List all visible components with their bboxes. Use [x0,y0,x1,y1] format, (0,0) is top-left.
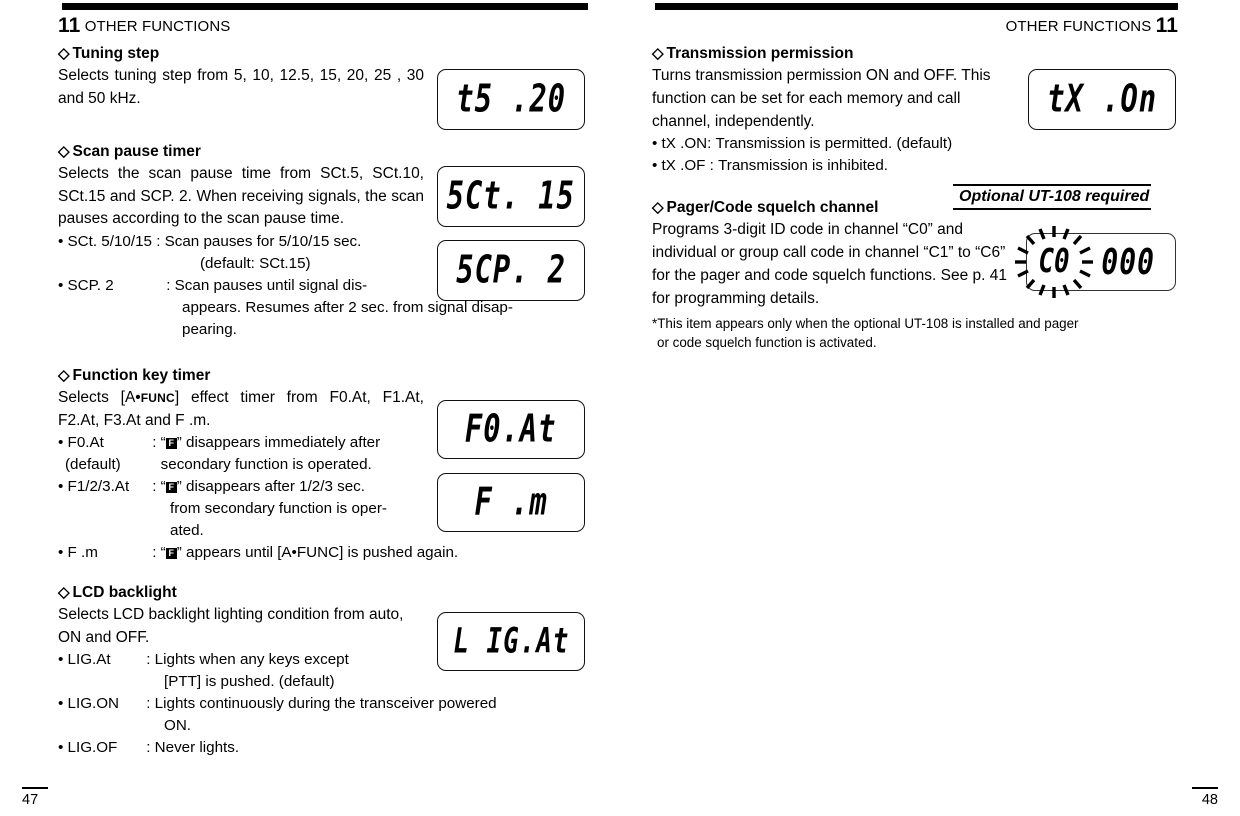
lcd-display-scan-pause-sct15: 5Ct. 15 [437,166,585,227]
diamond-icon: ◇ [652,199,664,217]
function-indicator-icon: F [165,547,177,559]
list-item: • tX .ON: Transmission is permitted. (de… [652,133,1179,155]
lcd-value: F0.At [465,407,557,452]
lcd-display-scan-pause-scp2: 5CP. 2 [437,240,585,301]
diamond-icon: ◇ [58,366,70,384]
pager-code-squelch-body: Programs 3-digit ID code in channel “C0”… [652,221,1008,307]
heading-text: Transmission permission [666,45,854,62]
diamond-icon: ◇ [58,45,70,62]
section-heading-scan-pause-timer: ◇ Scan pause timer [58,142,585,162]
page-number-left: 47 [22,787,48,808]
bullet-label: • tX .OF : [652,157,719,175]
section-heading-lcd-backlight: ◇ LCD backlight [58,583,585,603]
footnote-line-1: *This item appears only when the optiona… [652,315,1079,331]
heading-text: Scan pause timer [72,142,201,160]
chapter-number: 11 [1155,14,1178,37]
function-indicator-icon: F [165,438,177,450]
lcd-display-transmission-permission: tX .On [1028,69,1176,130]
bullet-label: • F .m [58,543,98,561]
bullet-text: Transmission is permitted. (default) [715,135,953,153]
chapter-title: OTHER FUNCTIONS [1005,18,1152,35]
bullet-continuation: pearing. [182,320,237,338]
func-key-label: FUNC [296,543,340,561]
transmission-permission-body: Turns transmission permission ON and OFF… [652,67,991,130]
bullet-label: • LIG.At [58,651,111,669]
lcd-code-value: 000 [1101,240,1155,284]
bullet-label: • LIG.OF [58,738,118,756]
bullet-separator: : [162,276,175,294]
bullet-continuation: [PTT] is pushed. (default) [164,673,335,691]
lcd-display-tuning-step: t5 .20 [437,69,585,130]
diamond-icon: ◇ [652,45,664,62]
bullet-text: Lights when any keys except [154,651,349,669]
bullet-label: • SCt. 5/10/15 [58,233,152,251]
bullet-separator: : [142,651,155,669]
bullet-label: • SCP. 2 [58,276,114,294]
pager-footnote: *This item appears only when the optiona… [652,314,1179,352]
bullet-label: • F0.At [58,434,104,452]
tuning-step-body: Selects tuning step from 5, 10, 12.5, 15… [58,67,424,107]
scan-pause-timer-body: Selects the scan pause time from SCt.5, … [58,164,424,228]
lcd-value: 5CP. 2 [456,248,566,293]
page-left: 11 OTHER FUNCTIONS ◇ Tuning step Selects … [0,0,620,816]
bullet-separator: : [148,434,161,452]
bullet-separator: : [142,738,155,756]
body-pre: Selects [A• [58,388,141,406]
bullet-text: “F” appears until [A•FUNC] is pushed aga… [160,543,459,561]
bullet-sublabel: (default) [65,456,121,474]
list-item: • LIG.ON : Lights continuously during th… [58,693,585,715]
function-key-timer-body: Selects [A•FUNC] effect timer from F0.At… [58,387,424,433]
bullet-text: Never lights. [154,738,240,756]
lcd-display-function-key-f0at: F0.At [437,400,585,459]
section-heading-tuning-step: ◇ Tuning step [58,44,585,64]
lcd-channel-value: C0 [1037,243,1071,281]
lcd-backlight-body: Selects LCD backlight lighting condition… [58,605,404,646]
section-heading-transmission-permission: ◇ Transmission permission [652,44,1179,64]
list-item: • LIG.OF : Never lights. [58,737,585,759]
lcd-display-pager-channel: C0 000 [1015,226,1176,298]
blinking-channel-indicator: C0 [1011,225,1097,299]
page-top-rule [62,3,588,10]
footnote-line-2: or code squelch function is activated. [657,334,877,350]
chapter-number: 11 [58,14,81,37]
lcd-value: 5Ct. 15 [446,174,576,219]
bullet-text: Lights continuously during the transceiv… [154,695,497,713]
diamond-icon: ◇ [58,583,70,601]
section-heading-function-key-timer: ◇ Function key timer [58,366,585,386]
heading-text: LCD backlight [72,583,177,601]
bullet-label: • tX .ON: [652,135,716,153]
bullet-separator: : [151,233,165,251]
lcd-display-function-key-fm: F .m [437,473,585,532]
bullet-separator: : [148,543,161,561]
page-number-right: 48 [1192,787,1218,808]
bullet-continuation: ON. [164,717,192,735]
heading-text: Pager/Code squelch channel [666,199,879,217]
page-top-rule [655,3,1178,10]
lcd-display-lcd-backlight: L IG.At [437,612,585,671]
list-item: • F .m : “F” appears until [A•FUNC] is p… [58,542,585,564]
bullet-separator: : [148,478,161,496]
transmission-permission-bullets: • tX .ON: Transmission is permitted. (de… [652,133,1179,177]
lcd-value: F .m [474,480,548,525]
chapter-title: OTHER FUNCTIONS [84,18,231,35]
bullet-label: • LIG.ON [58,695,120,713]
bullet-label: • F1/2/3.At [58,478,130,496]
bullet-text: Transmission is inhibited. [718,157,889,175]
running-head-right: OTHER FUNCTIONS 11 [1006,14,1178,38]
heading-text: Tuning step [72,45,160,62]
lcd-value: tX .On [1047,77,1157,122]
function-indicator-icon: F [165,482,177,494]
bullet-text-line: ” disappears immediately after [176,434,381,452]
list-item: • tX .OF : Transmission is inhibited. [652,155,1179,177]
optional-unit-banner: Optional UT-108 required [953,184,1152,210]
running-head-left: 11 OTHER FUNCTIONS [58,14,230,38]
diamond-icon: ◇ [58,142,70,160]
bullet-text-line: ” disappears after 1/2/3 sec. [176,478,365,496]
lcd-value: L IG.At [453,621,569,662]
heading-text: Function key timer [72,366,211,384]
func-key-label: FUNC [140,390,175,405]
lcd-value: t5 .20 [456,77,566,122]
bullet-separator: : [142,695,155,713]
